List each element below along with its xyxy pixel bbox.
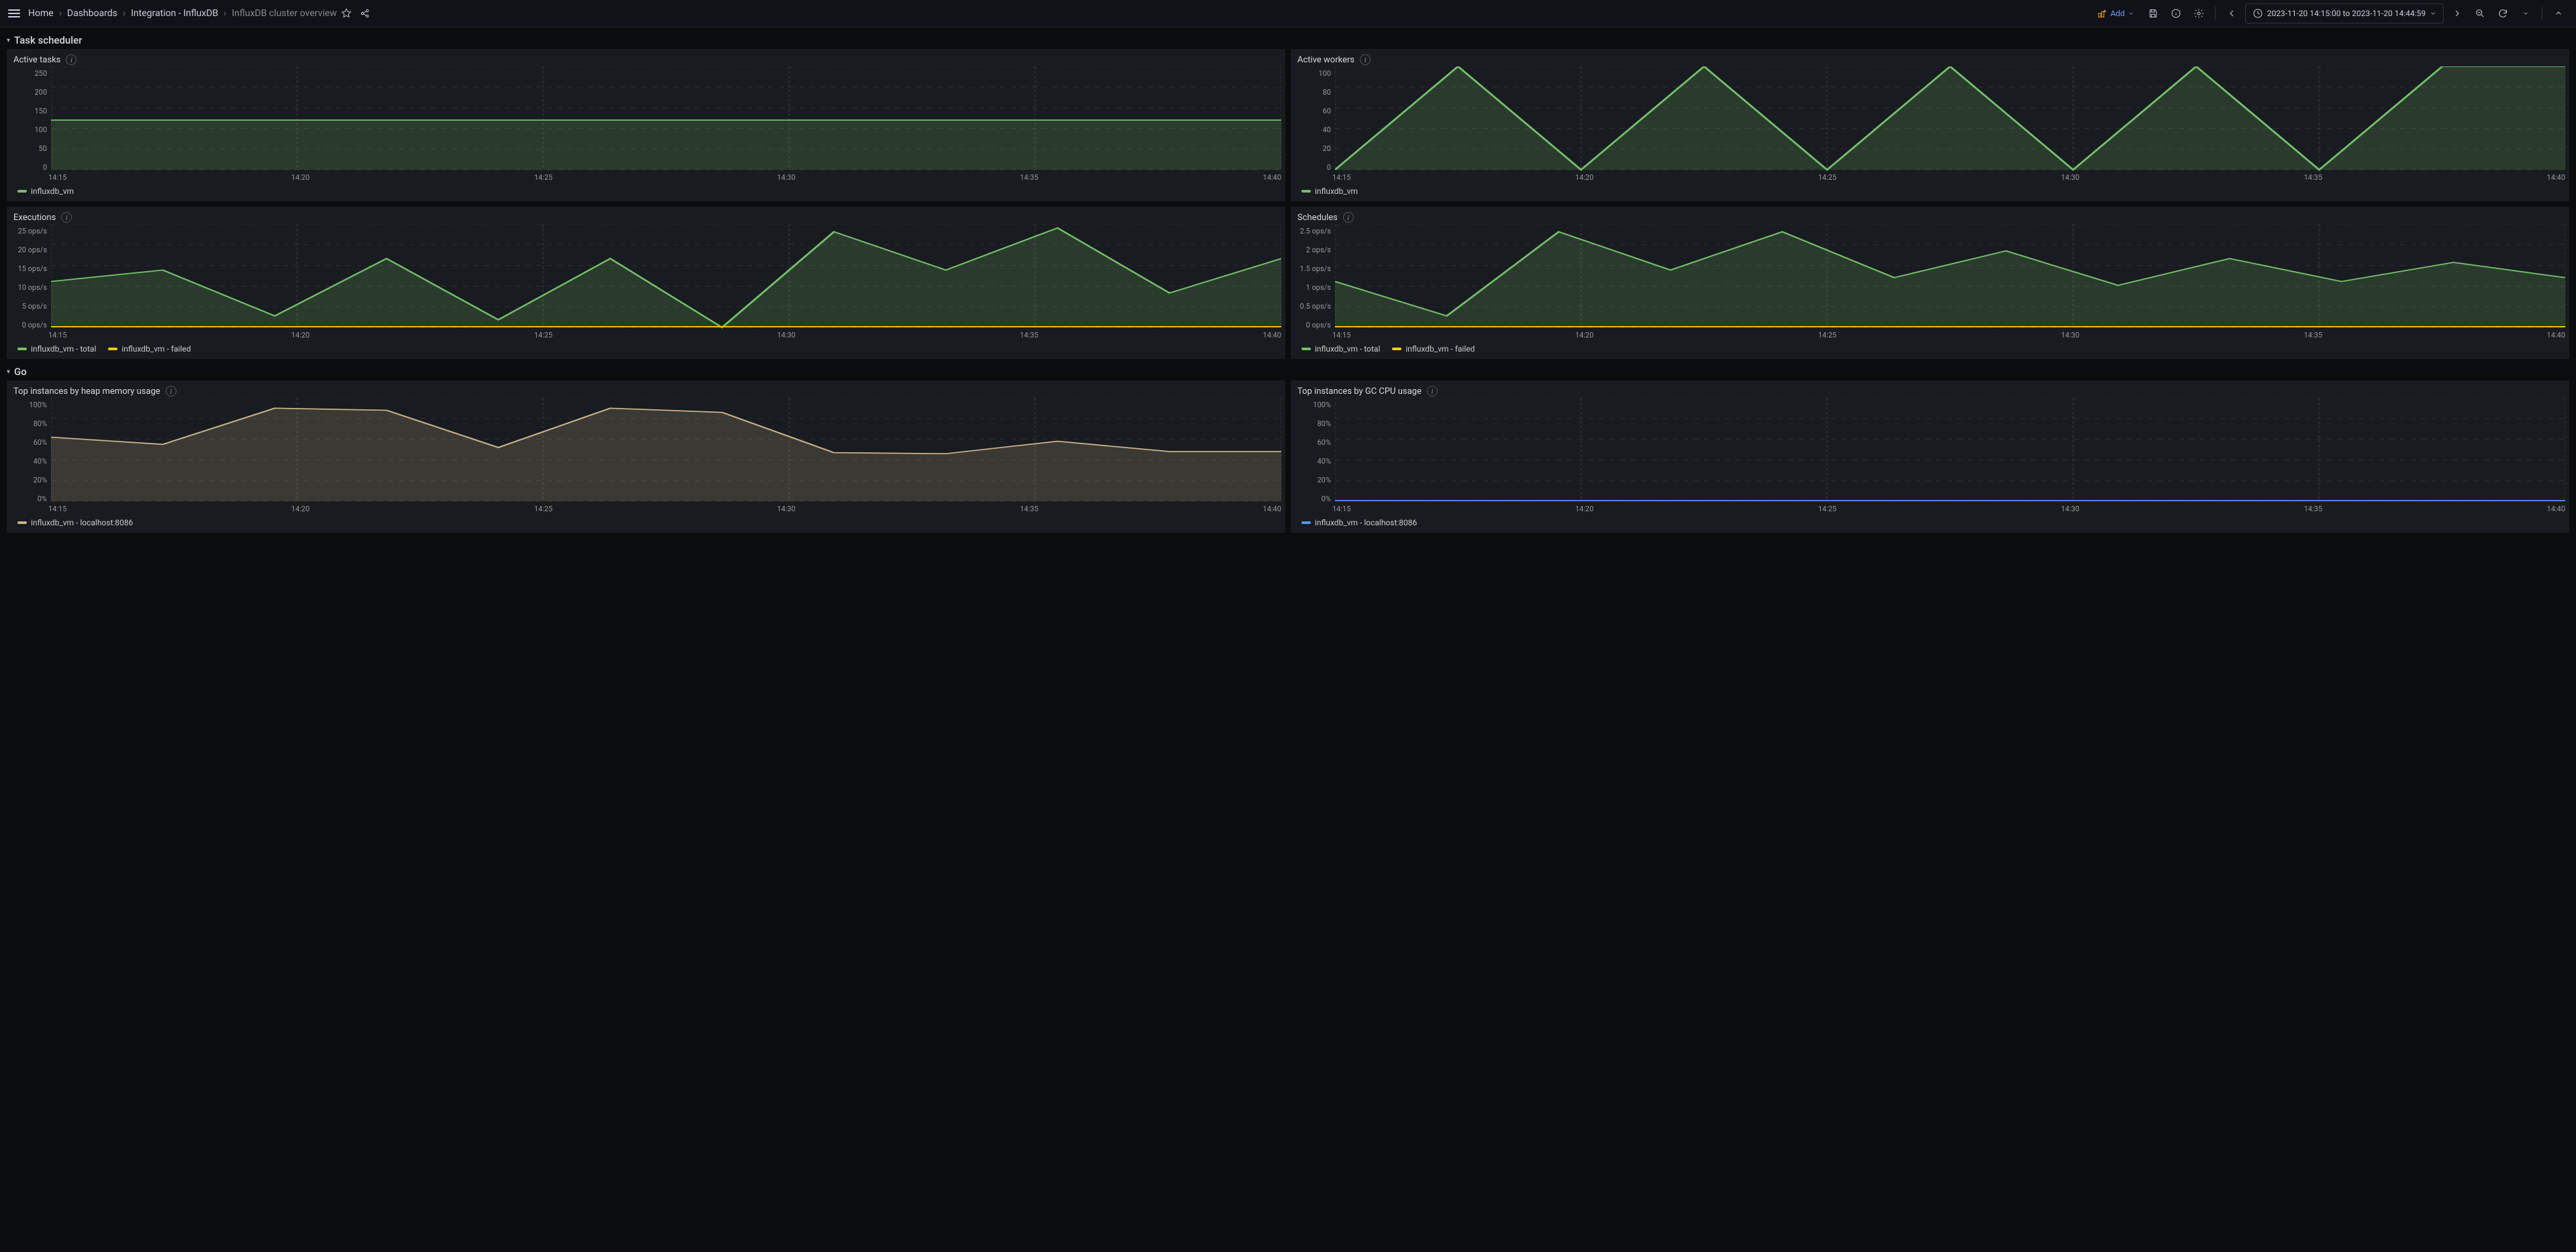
y-tick: 0 ops/s [22,321,47,329]
crumb-dashboards[interactable]: Dashboards [67,8,117,19]
legend-label: influxdb_vm - localhost:8086 [1315,518,1417,527]
row-label: Task scheduler [14,34,82,46]
y-tick: 15 ops/s [18,264,47,273]
collapse-icon[interactable] [2549,4,2568,23]
panel-title: Active tasks [13,55,60,65]
y-tick: 100 [1318,69,1331,78]
legend-item[interactable]: influxdb_vm - localhost:8086 [17,518,133,527]
settings-icon[interactable] [2189,4,2208,23]
panel-title: Top instances by GC CPU usage [1297,386,1422,397]
chevron-down-icon: ▾ [7,368,10,376]
y-tick: 25 ops/s [18,227,47,236]
y-tick: 60% [34,438,47,447]
topbar: Home› Dashboards› Integration - InfluxDB… [0,0,2576,28]
y-tick: 40% [34,457,47,466]
y-tick: 100% [29,401,47,409]
time-range-label: 2023-11-20 14:15:00 to 2023-11-20 14:44:… [2267,9,2426,18]
share-icon[interactable] [356,4,375,23]
legend-label: influxdb_vm [31,187,74,196]
y-tick: 5 ops/s [22,302,47,311]
legend-label: influxdb_vm - localhost:8086 [31,518,133,527]
info-icon[interactable]: i [1427,386,1438,397]
legend-item[interactable]: influxdb_vm [1301,187,1358,196]
y-tick: 0 [1327,163,1331,172]
info-icon[interactable]: i [61,212,72,223]
legend-item[interactable]: influxdb_vm - total [17,344,96,354]
y-tick: 10 ops/s [18,283,47,292]
info-icon[interactable]: i [66,54,77,65]
y-tick: 60 [1323,107,1331,115]
refresh-dropdown-icon[interactable] [2516,4,2535,23]
legend-item[interactable]: influxdb_vm - total [1301,344,1380,354]
y-tick: 150 [34,107,47,115]
y-tick: 2 ops/s [1306,246,1331,254]
panel-title: Top instances by heap memory usage [13,386,160,397]
y-tick: 50 [39,144,47,153]
crumb-current: InfluxDB cluster overview [232,8,336,19]
chevron-down-icon: ▾ [7,37,10,44]
legend-label: influxdb_vm - total [31,344,96,354]
legend-label: influxdb_vm - total [1315,344,1380,354]
star-icon[interactable] [337,4,356,23]
panel-gc[interactable]: Top instances by GC CPU usage i 100% 80% 60%… [1291,380,2569,533]
panel-title: Executions [13,213,56,223]
y-tick: 200 [34,88,47,97]
add-label: Add [2110,9,2124,18]
legend-item[interactable]: influxdb_vm - localhost:8086 [1301,518,1417,527]
y-tick: 0.5 ops/s [1300,302,1331,311]
panel-heap[interactable]: Top instances by heap memory usage i 100% 8… [7,380,1285,533]
panel-executions[interactable]: Executions i 25 ops/s 20 ops/s 15 ops/s 10 op… [7,207,1285,359]
legend-label: influxdb_vm - failed [121,344,191,354]
info-icon[interactable]: i [1360,54,1371,65]
y-tick: 0 [43,163,47,172]
y-tick: 80% [34,419,47,428]
panel-title: Active workers [1297,55,1354,65]
panel-schedules[interactable]: Schedules i 2.5 ops/s 2 ops/s 1.5 ops/s 1 ops… [1291,207,2569,359]
legend-label: influxdb_vm [1315,187,1358,196]
crumb-folder[interactable]: Integration - InfluxDB [131,8,218,19]
y-tick: 0% [38,494,47,503]
row-go[interactable]: ▾ Go [7,363,2569,380]
y-tick: 80% [1318,419,1331,428]
legend-item[interactable]: influxdb_vm - failed [108,344,191,354]
y-tick: 1 ops/s [1306,283,1331,292]
y-tick: 2.5 ops/s [1300,227,1331,236]
y-tick: 250 [34,69,47,78]
menu-icon[interactable] [8,9,20,17]
y-tick: 100% [1313,401,1331,409]
y-tick: 20 [1323,144,1331,153]
panel-title: Schedules [1297,213,1338,223]
prev-range-icon[interactable] [2222,4,2241,23]
save-icon[interactable] [2144,4,2163,23]
header-right: Add 2023-11-20 14:15:00 to 2023-11-20 14… [2091,3,2568,23]
info-icon[interactable]: i [166,386,177,397]
add-button[interactable]: Add [2091,4,2139,23]
row-label: Go [14,366,27,378]
y-tick: 40 [1323,125,1331,134]
time-picker[interactable]: 2023-11-20 14:15:00 to 2023-11-20 14:44:… [2245,3,2444,23]
refresh-icon[interactable] [2493,4,2512,23]
row-task-scheduler[interactable]: ▾ Task scheduler [7,32,2569,49]
panel-active-workers[interactable]: Active workersi10080604020014:1514:2014:… [1291,49,2569,201]
legend-item[interactable]: influxdb_vm [17,187,74,196]
y-tick: 100 [34,125,47,134]
crumb-home[interactable]: Home [28,8,54,19]
legend-item[interactable]: influxdb_vm - failed [1392,344,1475,354]
y-tick: 80 [1323,88,1331,97]
y-tick: 0 ops/s [1306,321,1331,329]
next-range-icon[interactable] [2448,4,2467,23]
y-tick: 0% [1322,494,1331,503]
y-tick: 40% [1318,457,1331,466]
y-tick: 20% [34,476,47,484]
breadcrumb: Home› Dashboards› Integration - InfluxDB… [28,8,337,19]
y-tick: 60% [1318,438,1331,447]
y-tick: 20% [1318,476,1331,484]
zoom-out-icon[interactable] [2471,4,2489,23]
y-tick: 20 ops/s [18,246,47,254]
info-icon[interactable] [2167,4,2185,23]
legend-label: influxdb_vm - failed [1405,344,1475,354]
info-icon[interactable]: i [1343,212,1354,223]
y-tick: 1.5 ops/s [1300,264,1331,273]
panel-active-tasks[interactable]: Active tasksi25020015010050014:1514:2014… [7,49,1285,201]
